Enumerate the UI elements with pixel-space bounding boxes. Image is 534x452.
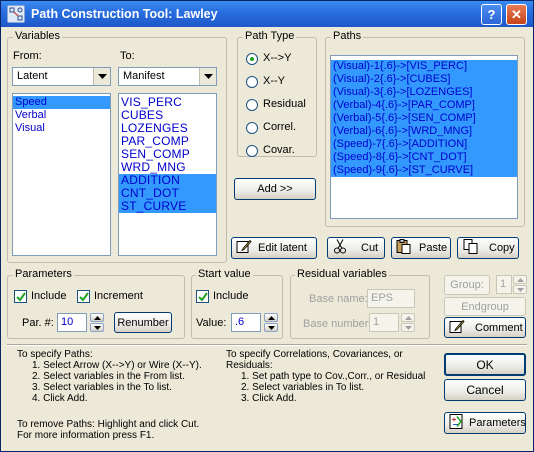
paths-list[interactable]: (Visual)-1{.6}->[VIS_PERC] (Visual)-2{.6}… (330, 55, 518, 219)
remove-help-text: To remove Paths: Highlight and click Cut… (17, 419, 200, 441)
from-type-value: Latent (17, 70, 48, 82)
residual-variables-group-label: Residual variables (295, 268, 389, 280)
path-list-item[interactable]: (Verbal)-6{.6}->[WRD_MNG] (331, 125, 517, 138)
base-name-input[interactable]: EPS (367, 289, 415, 308)
group-number-spinner[interactable] (513, 275, 527, 294)
par-number-input[interactable]: 10 (57, 313, 87, 332)
path-list-item[interactable]: (Visual)-2{.6}->[CUBES] (331, 73, 517, 86)
start-value-group-label: Start value (196, 268, 253, 280)
dialog-window: Path Construction Tool: Lawley ? ✕ Varia… (0, 0, 534, 452)
path-tool-icon (7, 5, 25, 23)
scissors-icon (333, 239, 347, 258)
spin-down-icon[interactable] (513, 285, 527, 294)
path-list-item[interactable]: (Verbal)-4{.6}->[PAR_COMP] (331, 99, 517, 112)
variables-group-label: Variables (13, 30, 63, 42)
path-type-group-label: Path Type (243, 30, 297, 42)
help-line: 3. Click Add. (241, 393, 297, 404)
from-list-item[interactable]: Speed (13, 96, 110, 109)
group-button[interactable]: Group: (444, 275, 490, 295)
edit-latent-button[interactable]: Edit latent (231, 237, 317, 259)
spin-down-icon[interactable] (90, 323, 104, 332)
to-label: To: (120, 50, 135, 62)
cancel-button[interactable]: Cancel (444, 379, 526, 401)
add-button[interactable]: Add >> (234, 178, 316, 200)
help-line: 4. Click Add. (32, 393, 88, 404)
par-number-label: Par. #: (22, 317, 54, 329)
edit-icon (449, 318, 465, 337)
from-variable-list[interactable]: Speed Verbal Visual (12, 93, 111, 256)
separator (7, 344, 527, 346)
copy-icon (463, 239, 479, 258)
endgroup-button[interactable]: Endgroup (444, 297, 526, 316)
base-number-label: Base number: (303, 318, 372, 330)
renumber-button[interactable]: Renumber (114, 312, 172, 333)
parameters-group-label: Parameters (13, 268, 74, 280)
paste-button[interactable]: Paste (391, 237, 451, 259)
edit-icon (236, 239, 252, 258)
from-list-item[interactable]: Verbal (13, 109, 110, 122)
from-label: From: (13, 50, 42, 62)
spin-up-icon[interactable] (264, 313, 278, 322)
value-label: Value: (196, 317, 227, 329)
help-line: To specify Paths: (17, 349, 93, 360)
cut-button[interactable]: Cut (327, 237, 385, 259)
path-list-item[interactable]: (Speed)-9{.6}->[ST_CURVE] (331, 164, 517, 177)
par-number-spinner[interactable] (90, 313, 104, 332)
path-list-item[interactable]: (Speed)-8{.6}->[CNT_DOT] (331, 151, 517, 164)
start-value-input[interactable]: .6 (231, 313, 261, 332)
parameters-icon (449, 414, 465, 433)
ok-button[interactable]: OK (444, 353, 526, 376)
spin-down-icon[interactable] (264, 323, 278, 332)
chevron-down-icon[interactable] (199, 68, 216, 85)
path-list-item[interactable]: (Visual)-3{.6}->[LOZENGES] (331, 86, 517, 99)
help-line: Residuals: (226, 360, 273, 371)
base-name-label: Base name: (309, 293, 368, 305)
chevron-down-icon[interactable] (93, 68, 110, 85)
help-line: To specify Correlations, Covariances, or (226, 349, 403, 360)
paths-group-label: Paths (331, 30, 364, 42)
start-value-spinner[interactable] (264, 313, 278, 332)
help-line: 2. Select variables in the From list. (32, 371, 185, 382)
path-list-item[interactable]: (Speed)-7{.6}->[ADDITION] (331, 138, 517, 151)
from-list-item[interactable]: Visual (13, 122, 110, 135)
to-type-select[interactable]: Manifest (118, 67, 217, 86)
to-variable-list[interactable]: VIS_PERC CUBES LOZENGES PAR_COMP SEN_COMP WRD… (118, 93, 217, 256)
path-list-item[interactable]: (Visual)-1{.6}->[VIS_PERC] (331, 60, 517, 73)
help-line: 1. Set path type to Cov.,Corr., or Resid… (241, 371, 426, 382)
path-list-item[interactable]: (Verbal)-5{.6}->[SEN_COMP] (331, 112, 517, 125)
close-button[interactable]: ✕ (506, 4, 527, 25)
spin-down-icon[interactable] (401, 323, 415, 332)
base-number-input[interactable]: 1 (369, 313, 399, 332)
copy-button[interactable]: Copy (457, 237, 519, 259)
group-number-input[interactable]: 1 (496, 275, 512, 294)
paths-help-text: To specify Paths: 1. Select Arrow (X-->Y)… (17, 349, 202, 404)
help-line: 2. Select variables in To list. (241, 382, 365, 393)
window-title: Path Construction Tool: Lawley (31, 7, 218, 21)
correlations-help-text: To specify Correlations, Covariances, or… (226, 349, 425, 404)
help-line: 1. Select Arrow (X-->Y) or Wire (X--Y). (32, 360, 202, 371)
paste-icon (396, 239, 412, 258)
spin-up-icon[interactable] (90, 313, 104, 322)
title-bar[interactable]: Path Construction Tool: Lawley ? ✕ (1, 1, 533, 27)
help-button[interactable]: ? (481, 4, 502, 25)
comment-button[interactable]: Comment (444, 317, 526, 338)
to-list-item[interactable]: ST_CURVE (119, 200, 216, 213)
base-number-spinner[interactable] (401, 313, 415, 332)
spin-up-icon[interactable] (513, 275, 527, 284)
to-type-value: Manifest (123, 70, 165, 82)
help-line: 3. Select variables in the To list. (32, 382, 172, 393)
parameters-button[interactable]: Parameters (444, 412, 526, 434)
from-type-select[interactable]: Latent (12, 67, 111, 86)
spin-up-icon[interactable] (401, 313, 415, 322)
